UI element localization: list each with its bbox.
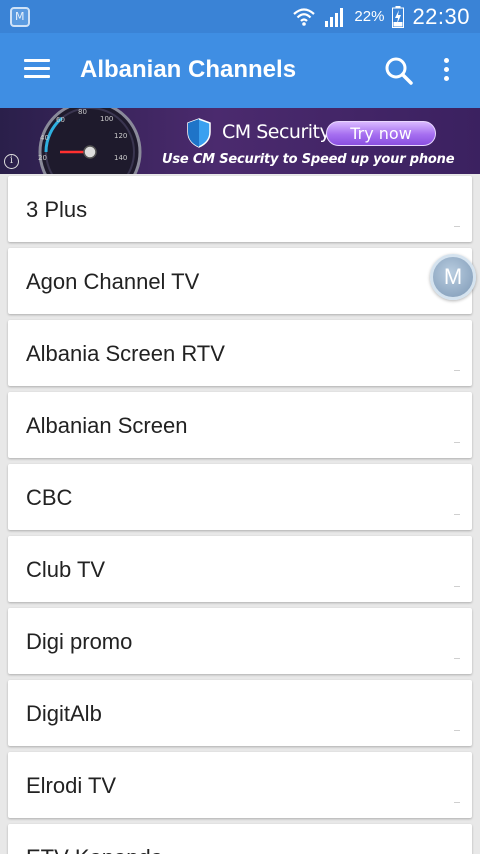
list-item[interactable]: 3 Plus — [8, 176, 472, 242]
list-item-label: 3 Plus — [26, 197, 88, 222]
list-item[interactable]: Digi promo — [8, 608, 472, 674]
divider — [454, 658, 460, 659]
list-item-label: CBC — [26, 485, 73, 510]
try-now-button[interactable]: Try now — [326, 121, 436, 146]
more-dot — [444, 76, 449, 81]
ad-brand: CM Security — [222, 121, 331, 143]
more-dot — [444, 67, 449, 72]
signal-icon — [325, 7, 344, 27]
app-bar: Albanian Channels — [0, 33, 480, 108]
list-item[interactable]: Albanian Screen — [8, 392, 472, 458]
list-item[interactable]: CBC — [8, 464, 472, 530]
list-item-label: ETV Kanapda — [26, 845, 163, 854]
list-item-label: Club TV — [26, 557, 106, 582]
status-bar: 22% 22:30 — [0, 0, 480, 33]
floating-m-button[interactable]: M — [430, 254, 476, 300]
divider — [454, 514, 460, 515]
app-notification-icon — [10, 7, 30, 27]
list-item-label: DigitAlb — [26, 701, 102, 726]
menu-icon-bar — [24, 59, 50, 62]
list-item-label: Albanian Screen — [26, 413, 188, 438]
battery-charging-icon — [392, 5, 405, 28]
gauge-tick: 100 — [100, 115, 113, 123]
list-item[interactable]: ETV Kanapda — [8, 824, 472, 854]
wifi-icon — [293, 7, 316, 26]
menu-icon-bar — [24, 67, 50, 70]
menu-icon-bar — [24, 75, 50, 78]
speedometer-icon: 60 80 100 40 120 20 140 — [38, 108, 142, 174]
list-item-label: Albania Screen RTV — [26, 341, 225, 366]
list-item[interactable]: DigitAlb — [8, 680, 472, 746]
list-item-label: Digi promo — [26, 629, 133, 654]
gauge-tick: 120 — [114, 132, 127, 140]
divider — [454, 226, 460, 227]
list-item[interactable]: Club TV — [8, 536, 472, 602]
ad-tagline: Use CM Security to Speed up your phone — [162, 152, 455, 167]
more-dot — [444, 58, 449, 63]
divider — [454, 802, 460, 803]
list-item-label: Agon Channel TV — [26, 269, 200, 294]
divider — [454, 586, 460, 587]
list-item[interactable]: Agon Channel TV — [8, 248, 472, 314]
list-item[interactable]: Elrodi TV — [8, 752, 472, 818]
gauge-tick: 60 — [56, 116, 65, 124]
status-time: 22:30 — [412, 3, 470, 29]
info-icon[interactable]: i — [4, 154, 19, 169]
gauge-tick: 40 — [40, 134, 49, 142]
list-item-label: Elrodi TV — [26, 773, 117, 798]
status-icons: 22% 22:30 — [292, 0, 470, 33]
divider — [454, 370, 460, 371]
search-icon[interactable] — [383, 55, 415, 87]
divider — [454, 730, 460, 731]
ad-banner[interactable]: 60 80 100 40 120 20 140 i CM Security Tr… — [0, 108, 480, 174]
page-title: Albanian Channels — [80, 56, 297, 83]
list-item[interactable]: Albania Screen RTV — [8, 320, 472, 386]
shield-icon — [187, 118, 211, 148]
menu-icon[interactable] — [24, 59, 50, 79]
battery-percent: 22% — [354, 8, 385, 25]
gauge-tick: 140 — [114, 154, 127, 162]
more-vert-icon[interactable] — [436, 55, 458, 85]
gauge-tick: 80 — [78, 108, 87, 116]
gauge-tick: 20 — [38, 154, 47, 162]
divider — [454, 442, 460, 443]
